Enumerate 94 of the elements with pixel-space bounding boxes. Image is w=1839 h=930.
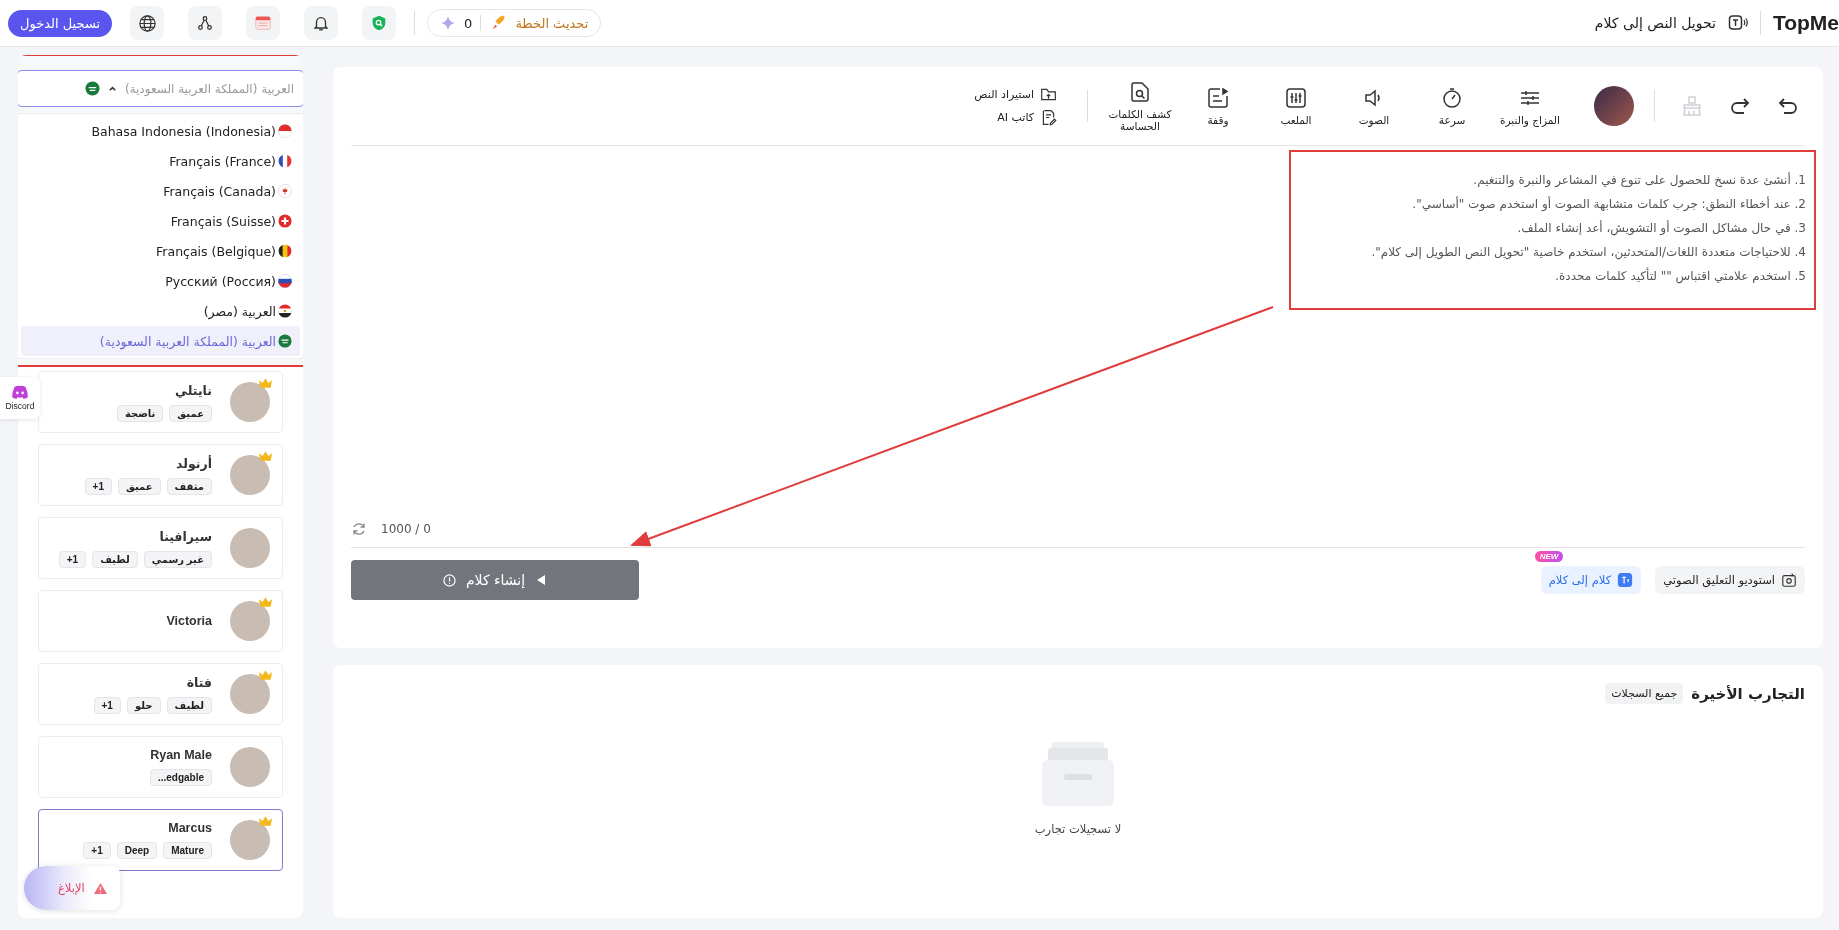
voice-tag: +1 — [84, 477, 112, 495]
language-option[interactable]: Français (Suisse) — [21, 206, 300, 236]
voice-tag: +1 — [83, 842, 111, 859]
share-nodes-icon[interactable] — [188, 6, 223, 40]
app-logo[interactable]: TopMe — [1772, 11, 1839, 35]
gamepad-icon — [11, 385, 29, 399]
page-title: تحويل النص إلى كلام — [1594, 15, 1716, 31]
calendar-icon[interactable] — [246, 6, 281, 40]
flag-icon — [278, 124, 292, 138]
tool-button[interactable]: المزاج والنبرة — [1498, 86, 1562, 126]
flag-icon — [278, 274, 292, 288]
new-badge: NEW — [1534, 551, 1564, 562]
report-button[interactable]: الإبلاغ — [24, 866, 120, 910]
voice-tag: +1 — [58, 550, 87, 568]
flag-icon — [278, 154, 292, 168]
voice-tag: لطيف — [92, 550, 138, 568]
shield-search-icon[interactable] — [362, 6, 397, 40]
document-play-icon — [1206, 86, 1230, 110]
tool-button[interactable]: سرعة — [1420, 86, 1484, 126]
avatar-placeholder — [230, 674, 270, 714]
flag-icon — [278, 184, 292, 198]
section-title: التجارب الأخيرة — [1691, 684, 1805, 703]
language-option[interactable]: العربية (المملكة العربية السعودية) — [21, 326, 300, 356]
caret-icon — [107, 84, 117, 93]
flag-icon — [84, 81, 100, 96]
tip-line: 4. للاحتياجات متعددة اللغات/المتحدثين، استخدم خاصية "تحويل النص الطويل إلى كلام". — [1370, 244, 1806, 262]
globe-icon[interactable] — [130, 6, 165, 40]
voice-tag: ...edgable — [149, 769, 212, 786]
voice-name: فتاة — [185, 674, 212, 690]
login-button[interactable]: تسجيل الدخول — [8, 9, 113, 37]
refresh-icon[interactable] — [351, 521, 367, 537]
voice-tag: حلو — [126, 696, 161, 714]
voice-tag: غير رسمي — [143, 550, 212, 568]
voice-tag: عميق — [169, 404, 212, 422]
info-icon — [442, 573, 456, 587]
side-tool-button[interactable]: كاتب AI — [974, 109, 1057, 126]
camera-icon — [1781, 572, 1797, 588]
notification-bell-icon[interactable] — [304, 6, 339, 40]
speech-to-speech-button[interactable]: كلام إلى كلام — [1540, 566, 1642, 594]
voice-name: Marcus — [167, 821, 212, 835]
voice-name: نايتلي — [174, 382, 212, 398]
flag-icon — [278, 334, 292, 348]
discord-button[interactable]: Discord — [0, 377, 40, 419]
tip-line: 2. عند أخطاء النطق: جرب كلمات متشابهة الصوت أو استخدم صوت "أساسي". — [1411, 195, 1806, 214]
flag-icon — [278, 214, 292, 228]
language-option[interactable]: Français (Canada) — [21, 176, 300, 206]
voice-tag: Deep — [116, 842, 158, 859]
avatar-placeholder — [230, 382, 270, 422]
credits-count: 0 — [464, 15, 473, 31]
tip-line: 3. في حال مشاكل الصوت أو التشويش، أعد إنشاء الملف. — [1516, 219, 1806, 238]
avatar-placeholder — [230, 747, 270, 787]
language-option[interactable]: Français (Belgique) — [21, 236, 300, 266]
tool-button[interactable]: الصوت — [1342, 86, 1406, 126]
equalizer-icon — [1284, 86, 1308, 110]
voice-name: سيرافينا — [158, 528, 212, 544]
language-option[interactable]: العربية (مصر) — [21, 296, 300, 326]
tool-button[interactable]: كشف الكلمات الحساسة — [1108, 80, 1172, 132]
voice-name: Victoria — [166, 614, 212, 628]
text-to-speech-icon — [1727, 13, 1748, 33]
language-option[interactable]: Bahasa Indonesia (Indonesia) — [21, 116, 300, 146]
flag-icon — [278, 304, 292, 318]
tip-line: 5. استخدم علامتي اقتباس "" لتأكيد كلمات محددة. — [1554, 266, 1806, 286]
document-search-icon — [1128, 80, 1152, 105]
stopwatch-icon — [1440, 86, 1464, 110]
avatar-placeholder — [230, 820, 270, 860]
avatar-placeholder — [230, 601, 270, 641]
play-icon — [535, 574, 548, 586]
avatar-placeholder — [230, 528, 270, 568]
voice-name: Ryan Male — [149, 748, 212, 762]
tool-button[interactable]: وقفة — [1186, 86, 1250, 126]
voice-tag: عميق — [117, 477, 161, 495]
language-option[interactable]: Русский (Россия) — [21, 266, 300, 296]
voice-name: أرنولد — [175, 455, 212, 471]
voice-tag: Mature — [163, 842, 212, 859]
voice-avatar[interactable] — [1594, 86, 1634, 126]
voice-tag: +1 — [93, 696, 121, 714]
upgrade-plan-button[interactable]: تحديث الخطة — [515, 15, 589, 31]
all-records-button[interactable]: جميع السجلات — [1605, 683, 1684, 704]
folder-upload-icon — [1040, 86, 1057, 103]
empty-state-text: لا تسجيلات تجارب — [1034, 822, 1122, 836]
voiceover-studio-button[interactable]: استوديو التعليق الصوتي — [1655, 566, 1805, 594]
flag-icon — [278, 244, 292, 258]
tip-line: 1. أنشئ عدة نسخ للحصول على تنوع في المشاعر والنبرة والتنغيم. — [1472, 171, 1806, 190]
side-tool-button[interactable]: استيراد النص — [974, 86, 1057, 103]
character-counter: 0 / 1000 — [381, 522, 431, 536]
language-option[interactable]: Français (France) — [21, 146, 300, 176]
tool-button[interactable]: الملعب — [1264, 86, 1328, 126]
voice-tag: مثقف — [166, 477, 212, 495]
document-pen-icon — [1040, 109, 1057, 126]
speech-icon — [1617, 572, 1634, 588]
avatar-placeholder — [230, 455, 270, 495]
voice-tag: لطيف — [166, 696, 212, 714]
voice-tag: ناضجة — [116, 404, 164, 422]
warning-icon — [92, 881, 108, 895]
